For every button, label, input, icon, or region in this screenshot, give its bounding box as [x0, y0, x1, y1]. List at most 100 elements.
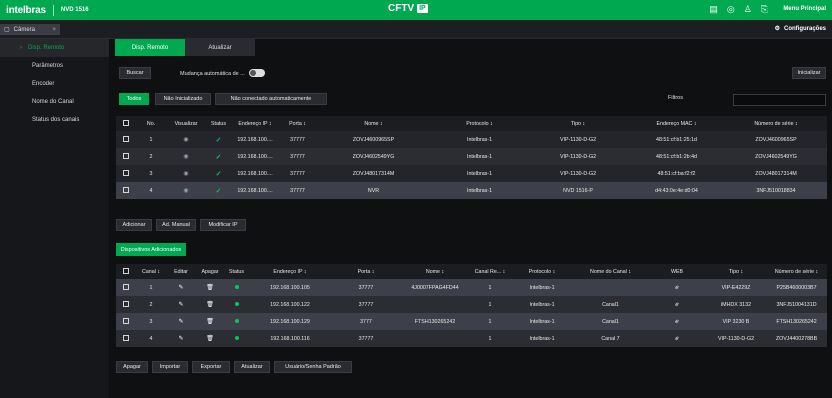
header-select-all[interactable] [116, 264, 136, 279]
trash-icon[interactable]: 🗑 [206, 285, 214, 291]
col-type[interactable]: Tipo ↕ [528, 116, 628, 131]
checkbox[interactable] [123, 119, 129, 126]
checkbox[interactable] [123, 300, 129, 307]
cell-no: 2 [136, 148, 166, 165]
export-button[interactable]: Exportar [192, 361, 230, 373]
add-button[interactable]: Adicionar [116, 219, 152, 231]
eye-icon[interactable]: ◉ [183, 137, 188, 143]
col-web: WEB [648, 264, 706, 279]
cell-type: iMHDX 3132 [706, 296, 766, 313]
col-ip[interactable]: Endereço IP ↕ [249, 264, 331, 279]
web-icon[interactable]: ℯ [675, 285, 679, 291]
filter-not-auto-connected-button[interactable]: Não conectado automaticamente [215, 93, 327, 105]
close-icon[interactable]: × [52, 27, 56, 33]
cell-channel: 1 [136, 279, 166, 296]
eye-icon[interactable]: ◉ [183, 171, 188, 177]
sidebar-item-channel-status[interactable]: Status dos canais [0, 111, 109, 129]
filter-not-initialized-button[interactable]: Não Inicializado [155, 93, 211, 105]
web-icon[interactable]: ℯ [675, 319, 679, 325]
col-protocol[interactable]: Protocolo ↕ [431, 116, 528, 131]
edit-icon[interactable]: ✎ [178, 319, 183, 325]
col-name[interactable]: Nome ↕ [316, 116, 431, 131]
table-row[interactable]: 3 ✎ 🗑 192.168.100.129 3777 FTSH130265242 1 Inte… [116, 313, 827, 330]
trash-icon[interactable]: 🗑 [206, 302, 214, 308]
cell-serial: FTSH130265242 [766, 313, 827, 330]
col-channel-name[interactable]: Nome do Canal ↕ [573, 264, 648, 279]
sidebar-item-remote-device[interactable]: › Disp. Remoto [0, 39, 109, 57]
search-button[interactable]: Buscar [119, 67, 151, 79]
table-row[interactable]: 1 ✎ 🗑 192.168.100.105 37777 4J0007FPAG4FD44 1 I… [116, 279, 827, 296]
logout-icon[interactable]: ⎘ [761, 4, 768, 15]
table-row[interactable]: 2 ✎ 🗑 192.168.100.122 37777 1 Intelbras-1 Canal… [116, 296, 827, 313]
web-icon[interactable]: ℯ [675, 302, 679, 308]
col-serial[interactable]: Número de série ↕ [725, 116, 827, 131]
network-icon[interactable]: ◎ [727, 4, 735, 15]
trash-icon[interactable]: 🗑 [206, 336, 214, 342]
edit-icon[interactable]: ✎ [178, 336, 183, 342]
cell-serial: ZOVJ4600965SP [725, 131, 827, 148]
checkbox[interactable] [123, 267, 129, 274]
gear-icon: ⚙ [774, 26, 780, 32]
modify-ip-button[interactable]: Modificar IP [200, 219, 246, 231]
web-icon[interactable]: ℯ [675, 336, 679, 342]
cell-serial: ZOVJ4602549YG [725, 148, 827, 165]
table-row[interactable]: 4 ✎ 🗑 192.168.100.116 37777 1 Intelbras-1 Canal… [116, 330, 827, 347]
col-type[interactable]: Tipo ↕ [706, 264, 766, 279]
table-row[interactable]: 3 ◉ ✓ 192.168.100.... 37777 ZOVJ48017314M Inte… [116, 165, 827, 182]
update-button[interactable]: Atualizar [234, 361, 270, 373]
edit-icon[interactable]: ✎ [178, 285, 183, 291]
added-devices-title[interactable]: Dispositivos Adicionados [116, 243, 186, 256]
cell-port: 37777 [331, 330, 401, 347]
eye-icon[interactable]: ◉ [183, 154, 188, 160]
checkbox[interactable] [123, 152, 129, 159]
col-protocol[interactable]: Protocolo ↕ [511, 264, 573, 279]
main-menu-link[interactable]: Menu Principal [783, 6, 826, 12]
checkbox[interactable] [123, 135, 129, 142]
cell-ip: 192.168.100.116 [249, 330, 331, 347]
sidebar-item-encoder[interactable]: Encoder [0, 75, 109, 93]
sidebar-item-parameters[interactable]: Parâmetros [0, 57, 109, 75]
checkbox[interactable] [123, 317, 129, 324]
user-icon[interactable]: ♙ [744, 4, 752, 15]
checkbox[interactable] [123, 283, 129, 290]
checkbox[interactable] [123, 169, 129, 176]
filter-input[interactable] [733, 94, 826, 106]
default-credentials-button[interactable]: Usuário/Senha Padrão [274, 361, 352, 373]
edit-icon[interactable]: ✎ [178, 302, 183, 308]
check-icon: ✓ [215, 170, 222, 178]
col-serial[interactable]: Número de série ↕ [766, 264, 827, 279]
tab-camera[interactable]: ▢ Câmera × [0, 24, 60, 35]
filter-all-button[interactable]: Todos [119, 93, 149, 105]
trash-icon[interactable]: 🗑 [206, 319, 214, 325]
sidebar-item-channel-name[interactable]: Nome do Canal [0, 93, 109, 111]
checkbox[interactable] [123, 186, 129, 193]
tab-update[interactable]: Atualizar [185, 39, 255, 56]
table-row[interactable]: 4 ◉ ✓ 192.168.100.... 37777 NVR Intelbras-1 NVD… [116, 182, 827, 199]
settings-link[interactable]: ⚙ Configurações [774, 25, 826, 33]
storage-icon[interactable]: ▤ [709, 4, 718, 15]
header-select-all[interactable] [116, 116, 136, 131]
table-row[interactable]: 2 ◉ ✓ 192.168.100.... 37777 ZOVJ4602549YG Inte… [116, 148, 827, 165]
tab-remote-device[interactable]: Disp. Remoto [115, 39, 185, 56]
col-name[interactable]: Nome ↕ [401, 264, 469, 279]
col-port[interactable]: Porta ↕ [331, 264, 401, 279]
eye-icon[interactable]: ◉ [183, 188, 188, 194]
initialize-button[interactable]: Inicializar [792, 67, 826, 79]
added-header-row: Canal ↕ Editar Apagar Status Endereço IP… [116, 264, 827, 279]
col-ip[interactable]: Endereço IP ↕ [231, 116, 279, 131]
auto-change-toggle[interactable] [249, 69, 265, 77]
cell-type: VIP-1130-D-G2 [528, 131, 628, 148]
manual-add-button[interactable]: Ad. Manual [156, 219, 196, 231]
cell-name: FTSH130265242 [401, 313, 469, 330]
cell-ip: 192.168.100.105 [249, 279, 331, 296]
col-remote-channel[interactable]: Canal Re... ↕ [469, 264, 511, 279]
cell-type: VIP-E4229Z [706, 279, 766, 296]
table-row[interactable]: 1 ◉ ✓ 192.168.100.... 37777 ZOVJ4600965SP Inte… [116, 131, 827, 148]
sub-tabs: Disp. Remoto Atualizar [115, 39, 255, 56]
col-channel[interactable]: Canal ↕ [136, 264, 166, 279]
col-mac[interactable]: Endereço MAC ↕ [628, 116, 725, 131]
import-button[interactable]: Importar [152, 361, 188, 373]
delete-button[interactable]: Apagar [116, 361, 148, 373]
checkbox[interactable] [123, 334, 129, 341]
col-port[interactable]: Porta ↕ [279, 116, 316, 131]
